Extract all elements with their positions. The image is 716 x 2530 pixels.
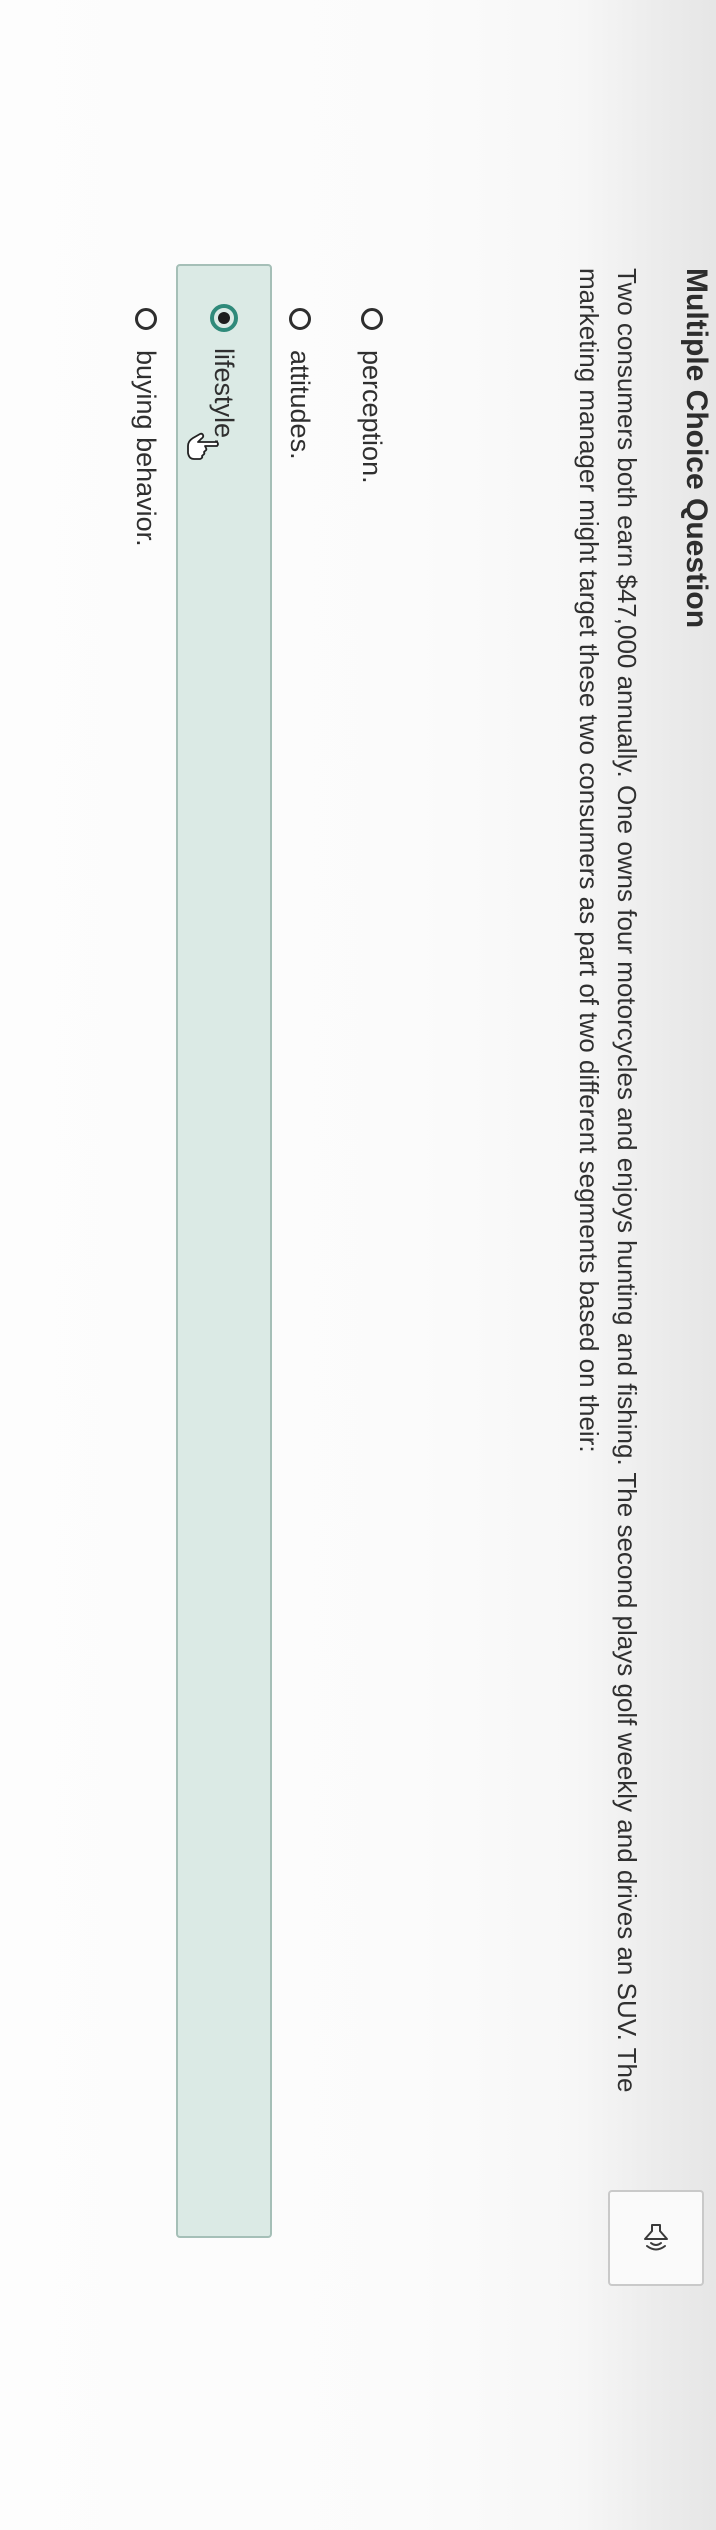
read-aloud-button[interactable]	[608, 2190, 704, 2286]
question-panel: Multiple Choice Question Two consumers b…	[0, 0, 716, 2530]
answer-option-label: attitudes.	[285, 350, 316, 460]
question-prompt: Two consumers both earn $47,000 annually…	[570, 268, 646, 2168]
radio-button[interactable]	[361, 308, 383, 330]
answer-option-perception[interactable]: perception.	[346, 268, 398, 2238]
answer-option-label: perception.	[357, 350, 388, 484]
hand-pointer-icon	[187, 432, 219, 460]
answer-options: perception. attitudes. lifestyle. buying…	[100, 264, 398, 2238]
answer-option-lifestyle[interactable]: lifestyle.	[176, 264, 272, 2238]
question-prompt-line: marketing manager might target these two…	[574, 268, 604, 1453]
answer-option-buying-behavior[interactable]: buying behavior.	[120, 268, 172, 2238]
radio-button[interactable]	[135, 308, 157, 330]
question-prompt-line: Two consumers both earn $47,000 annually…	[612, 268, 642, 2093]
question-title: Multiple Choice Question	[680, 268, 713, 629]
speaker-icon	[644, 2224, 668, 2251]
answer-option-attitudes[interactable]: attitudes.	[274, 268, 326, 2238]
radio-button[interactable]	[289, 308, 311, 330]
answer-option-label: buying behavior.	[131, 350, 162, 547]
radio-button-selected[interactable]	[210, 304, 238, 332]
